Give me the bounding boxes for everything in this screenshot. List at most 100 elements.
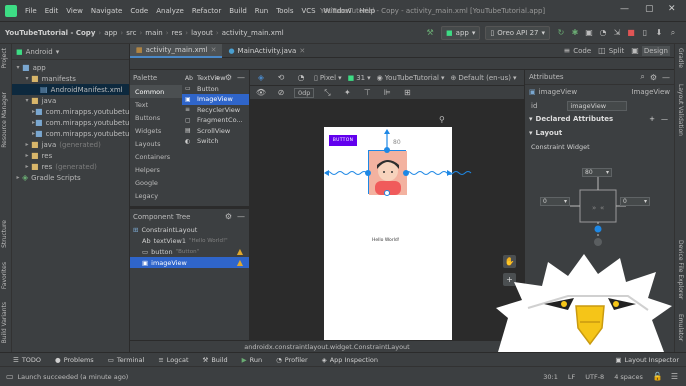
palette-item[interactable]: ▣ ImageView [182,94,249,105]
profile-icon[interactable]: ◔ [596,26,610,40]
menu-vcs[interactable]: VCS [297,7,319,15]
gear-icon[interactable]: ⚙ [225,212,232,221]
expand-arrow-icon[interactable]: ▸ [14,174,22,181]
menu-tools[interactable]: Tools [272,7,297,15]
breadcrumb-src[interactable]: src [124,29,138,37]
status-message[interactable]: Launch succeeded (a minute ago) [18,373,129,381]
palette-category[interactable]: Containers [130,150,182,163]
palette-item[interactable]: ▢ FragmentCo... [182,115,249,126]
palette-category[interactable]: Legacy [130,189,182,202]
close-icon[interactable]: ✕ [668,4,676,14]
bottom-anchor-handle[interactable] [384,190,390,196]
run-tool-button[interactable]: ▶ Run [235,356,269,364]
menu-analyze[interactable]: Analyze [152,7,188,15]
menu-code[interactable]: Code [126,7,152,15]
stop-icon[interactable]: ■ [624,26,638,40]
line-separator[interactable]: LF [563,373,580,381]
night-mode-icon[interactable]: ◔ [294,71,308,85]
debug-icon[interactable]: ✱ [568,26,582,40]
warning-icon[interactable]: ▲ [237,247,243,256]
expand-arrow-icon[interactable]: ▾ [14,64,22,71]
margin-left-input[interactable]: 0 ▾ [540,197,570,206]
project-view-selector[interactable]: ■ Android ▾ [12,44,129,60]
pack-icon[interactable]: ⊞ [400,86,414,100]
margin-top-input[interactable]: 80 ▾ [582,168,612,177]
minimize-icon[interactable]: — [620,4,629,14]
default-margin-select[interactable]: 0dp [294,87,315,98]
close-tab-icon[interactable]: ✕ [211,46,217,54]
tab-activity-main[interactable]: ▦ activity_main.xml ✕ [130,43,223,58]
file-encoding[interactable]: UTF-8 [580,373,609,381]
split-mode-button[interactable]: Split [609,47,625,55]
layout-validation-tool-tab[interactable]: Layout Validation [677,84,684,136]
design-surface-icon[interactable]: ◈ [254,71,268,85]
breadcrumb-file[interactable]: activity_main.xml [220,29,286,37]
palette-category[interactable]: Google [130,176,182,189]
theme-selector[interactable]: ◉ YouTubeTutorial ▾ [377,74,445,82]
menu-file[interactable]: File [21,7,41,15]
gear-icon[interactable]: ⚙ [650,73,657,82]
palette-category[interactable]: Buttons [130,111,182,124]
tree-item[interactable]: ▸■com.mirapps.youtubetutorial [12,117,129,128]
tree-item[interactable]: ▸ ■ res [12,150,129,161]
component-tree-item[interactable]: Ab textView1 "Hello World!" [130,235,249,246]
palette-category[interactable]: Helpers [130,163,182,176]
close-tab-icon[interactable]: ✕ [299,47,305,55]
device-selector[interactable]: ▯ Pixel ▾ [314,74,342,82]
autoconnect-icon[interactable]: ⊘ [274,86,288,100]
logcat-tool-button[interactable]: ≡ Logcat [151,356,195,364]
expand-arrow-icon[interactable]: ▸ [23,141,31,148]
declared-attributes-section[interactable]: ▾ Declared Attributes + — [525,113,674,125]
gradle-tool-tab[interactable]: Gradle [677,48,684,68]
design-mode-button[interactable]: Design [641,45,670,56]
breadcrumb-main[interactable]: main [143,29,165,37]
project-tool-tab[interactable]: Project [1,48,8,69]
breadcrumb-app[interactable]: app [102,29,119,37]
run-config-select[interactable]: ■ app ▾ [441,25,481,40]
breadcrumb-project[interactable]: YouTubeTutorial - Copy [0,29,97,37]
structure-tool-tab[interactable]: Structure [1,220,8,248]
resource-manager-tool-tab[interactable]: Resource Manager [1,92,8,148]
build-variants-tool-tab[interactable]: Build Variants [1,302,8,343]
tree-item[interactable]: ▸ ■ res (generated) [12,161,129,172]
app-inspection-tool-button[interactable]: ◈ App Inspection [315,356,385,364]
todo-tool-button[interactable]: ☰ TODO [6,356,48,364]
tree-item[interactable]: ▸ ■ java (generated) [12,139,129,150]
locale-selector[interactable]: ⊕ Default (en-us) ▾ [450,74,516,82]
device-manager-icon[interactable]: ▯ [638,26,652,40]
orientation-icon[interactable]: ⟲ [274,71,288,85]
remove-attribute-icon[interactable]: — [661,115,668,123]
infer-constraints-icon[interactable]: ✦ [340,86,354,100]
lock-icon[interactable]: 🔓 [648,372,668,381]
sdk-manager-icon[interactable]: ⬇ [652,26,666,40]
expand-arrow-icon[interactable]: ▸ [23,163,31,170]
menu-run[interactable]: Run [251,7,272,15]
search-icon[interactable]: ⌕ [640,72,644,82]
palette-category[interactable]: Common [130,85,182,98]
palette-category[interactable]: Text [130,98,182,111]
component-tree-item[interactable]: ▣ imageView ▲ [130,257,249,268]
build-tool-button[interactable]: ⚒ Build [196,356,235,364]
device-select[interactable]: ▯ Oreo API 27 ▾ [485,25,550,40]
layout-inspector-button[interactable]: ▣ Layout Inspector [608,356,686,364]
device-file-explorer-tool-tab[interactable]: Device File Explorer [677,240,684,299]
palette-category[interactable]: Layouts [130,137,182,150]
code-mode-button[interactable]: Code [573,47,591,55]
hammer-icon[interactable]: ⚒ [423,26,437,40]
run-coverage-icon[interactable]: ▣ [582,26,596,40]
menu-view[interactable]: View [62,7,87,15]
menu-build[interactable]: Build [225,7,251,15]
align-icon[interactable]: ⊫ [380,86,394,100]
tree-item[interactable]: ▸■com.mirapps.youtubetutorial [12,128,129,139]
palette-item[interactable]: Ab TextView [182,73,249,84]
add-attribute-icon[interactable]: + [649,115,655,123]
expand-arrow-icon[interactable]: ▾ [23,75,31,82]
menu-refactor[interactable]: Refactor [188,7,225,15]
palette-item[interactable]: ▤ ScrollView [182,126,249,137]
top-anchor-handle[interactable] [384,147,390,153]
margin-right-input[interactable]: 0 ▾ [620,197,650,206]
expand-arrow-icon[interactable]: ▾ [23,97,31,104]
indent-setting[interactable]: 4 spaces [609,373,648,381]
attach-debugger-icon[interactable]: ⇲ [610,26,624,40]
breadcrumb-layout[interactable]: layout [189,29,215,37]
